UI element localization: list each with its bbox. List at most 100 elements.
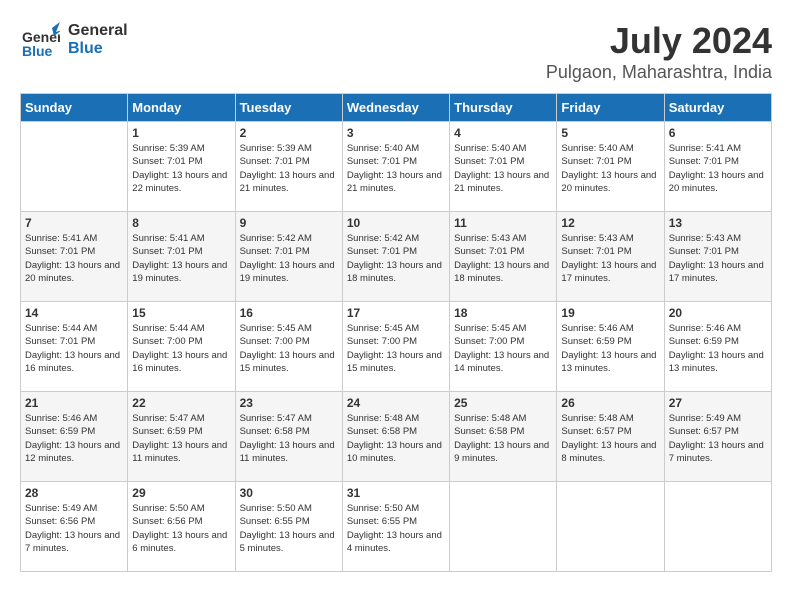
calendar-cell: 26 Sunrise: 5:48 AM Sunset: 6:57 PM Dayli… — [557, 392, 664, 482]
calendar-cell: 22Sunrise: 5:47 AM Sunset: 6:59 PM Dayli… — [128, 392, 235, 482]
day-number: 19 — [561, 306, 659, 320]
calendar-cell: 16 Sunrise: 5:45 AM Sunset: 7:00 PM Dayli… — [235, 302, 342, 392]
day-info: Sunrise: 5:48 AM Sunset: 6:57 PM Dayligh… — [561, 412, 659, 465]
calendar-cell: 12Sunrise: 5:43 AM Sunset: 7:01 PM Dayli… — [557, 212, 664, 302]
calendar-cell: 17Sunrise: 5:45 AM Sunset: 7:00 PM Dayli… — [342, 302, 449, 392]
calendar-cell: 27Sunrise: 5:49 AM Sunset: 6:57 PM Dayli… — [664, 392, 771, 482]
weekday-header: Tuesday — [235, 94, 342, 122]
day-number: 15 — [132, 306, 230, 320]
calendar-cell: 8Sunrise: 5:41 AM Sunset: 7:01 PM Daylig… — [128, 212, 235, 302]
calendar-week-row: 21 Sunrise: 5:46 AM Sunset: 6:59 PM Dayli… — [21, 392, 772, 482]
weekday-header: Thursday — [450, 94, 557, 122]
day-number: 14 — [25, 306, 123, 320]
calendar-cell: 23 Sunrise: 5:47 AM Sunset: 6:58 PM Dayli… — [235, 392, 342, 482]
day-number: 21 — [25, 396, 123, 410]
calendar-cell: 1 Sunrise: 5:39 AM Sunset: 7:01 PM Daylig… — [128, 122, 235, 212]
day-number: 11 — [454, 216, 552, 230]
logo-icon: General Blue — [20, 20, 60, 60]
calendar-cell: 11 Sunrise: 5:43 AM Sunset: 7:01 PM Dayli… — [450, 212, 557, 302]
day-info: Sunrise: 5:44 AM Sunset: 7:00 PM Dayligh… — [132, 322, 230, 375]
calendar-cell — [450, 482, 557, 572]
calendar-cell: 29 Sunrise: 5:50 AM Sunset: 6:56 PM Dayli… — [128, 482, 235, 572]
day-info: Sunrise: 5:48 AM Sunset: 6:58 PM Dayligh… — [347, 412, 445, 465]
day-info: Sunrise: 5:40 AM Sunset: 7:01 PM Dayligh… — [347, 142, 445, 195]
day-info: Sunrise: 5:41 AM Sunset: 7:01 PM Dayligh… — [25, 232, 123, 285]
day-number: 4 — [454, 126, 552, 140]
day-number: 13 — [669, 216, 767, 230]
day-number: 29 — [132, 486, 230, 500]
calendar-cell: 13 Sunrise: 5:43 AM Sunset: 7:01 PM Dayli… — [664, 212, 771, 302]
day-info: Sunrise: 5:50 AM Sunset: 6:55 PM Dayligh… — [240, 502, 338, 555]
calendar-cell: 30 Sunrise: 5:50 AM Sunset: 6:55 PM Dayli… — [235, 482, 342, 572]
day-info: Sunrise: 5:44 AM Sunset: 7:01 PM Dayligh… — [25, 322, 123, 375]
day-info: Sunrise: 5:50 AM Sunset: 6:56 PM Dayligh… — [132, 502, 230, 555]
day-info: Sunrise: 5:43 AM Sunset: 7:01 PM Dayligh… — [454, 232, 552, 285]
day-info: Sunrise: 5:48 AM Sunset: 6:58 PM Dayligh… — [454, 412, 552, 465]
day-info: Sunrise: 5:49 AM Sunset: 6:57 PM Dayligh… — [669, 412, 767, 465]
day-number: 5 — [561, 126, 659, 140]
calendar-cell: 24Sunrise: 5:48 AM Sunset: 6:58 PM Dayli… — [342, 392, 449, 482]
calendar-cell: 18Sunrise: 5:45 AM Sunset: 7:00 PM Dayli… — [450, 302, 557, 392]
calendar-table: SundayMondayTuesdayWednesdayThursdayFrid… — [20, 93, 772, 572]
calendar-cell: 7 Sunrise: 5:41 AM Sunset: 7:01 PM Daylig… — [21, 212, 128, 302]
day-info: Sunrise: 5:40 AM Sunset: 7:01 PM Dayligh… — [561, 142, 659, 195]
day-info: Sunrise: 5:43 AM Sunset: 7:01 PM Dayligh… — [669, 232, 767, 285]
day-number: 18 — [454, 306, 552, 320]
day-info: Sunrise: 5:39 AM Sunset: 7:01 PM Dayligh… — [240, 142, 338, 195]
calendar-week-row: 28 Sunrise: 5:49 AM Sunset: 6:56 PM Dayli… — [21, 482, 772, 572]
day-number: 31 — [347, 486, 445, 500]
day-number: 20 — [669, 306, 767, 320]
day-info: Sunrise: 5:49 AM Sunset: 6:56 PM Dayligh… — [25, 502, 123, 555]
day-number: 1 — [132, 126, 230, 140]
day-info: Sunrise: 5:47 AM Sunset: 6:58 PM Dayligh… — [240, 412, 338, 465]
day-number: 28 — [25, 486, 123, 500]
weekday-header: Monday — [128, 94, 235, 122]
calendar-cell: 31 Sunrise: 5:50 AM Sunset: 6:55 PM Dayli… — [342, 482, 449, 572]
day-info: Sunrise: 5:47 AM Sunset: 6:59 PM Dayligh… — [132, 412, 230, 465]
day-info: Sunrise: 5:46 AM Sunset: 6:59 PM Dayligh… — [669, 322, 767, 375]
calendar-cell: 10Sunrise: 5:42 AM Sunset: 7:01 PM Dayli… — [342, 212, 449, 302]
weekday-header-row: SundayMondayTuesdayWednesdayThursdayFrid… — [21, 94, 772, 122]
logo-blue: Blue — [68, 40, 128, 58]
calendar-week-row: 1 Sunrise: 5:39 AM Sunset: 7:01 PM Daylig… — [21, 122, 772, 212]
calendar-cell: 21 Sunrise: 5:46 AM Sunset: 6:59 PM Dayli… — [21, 392, 128, 482]
logo-general: General — [68, 22, 128, 40]
svg-text:Blue: Blue — [22, 43, 53, 59]
day-number: 23 — [240, 396, 338, 410]
title-block: July 2024 Pulgaon, Maharashtra, India — [546, 20, 772, 83]
day-info: Sunrise: 5:50 AM Sunset: 6:55 PM Dayligh… — [347, 502, 445, 555]
day-number: 8 — [132, 216, 230, 230]
day-number: 26 — [561, 396, 659, 410]
day-number: 17 — [347, 306, 445, 320]
calendar-cell: 9 Sunrise: 5:42 AM Sunset: 7:01 PM Daylig… — [235, 212, 342, 302]
day-info: Sunrise: 5:42 AM Sunset: 7:01 PM Dayligh… — [240, 232, 338, 285]
day-info: Sunrise: 5:46 AM Sunset: 6:59 PM Dayligh… — [25, 412, 123, 465]
calendar-cell: 28 Sunrise: 5:49 AM Sunset: 6:56 PM Dayli… — [21, 482, 128, 572]
day-number: 12 — [561, 216, 659, 230]
calendar-week-row: 14 Sunrise: 5:44 AM Sunset: 7:01 PM Dayli… — [21, 302, 772, 392]
calendar-cell: 15 Sunrise: 5:44 AM Sunset: 7:00 PM Dayli… — [128, 302, 235, 392]
day-number: 16 — [240, 306, 338, 320]
day-number: 3 — [347, 126, 445, 140]
day-info: Sunrise: 5:46 AM Sunset: 6:59 PM Dayligh… — [561, 322, 659, 375]
weekday-header: Wednesday — [342, 94, 449, 122]
calendar-cell: 6Sunrise: 5:41 AM Sunset: 7:01 PM Daylig… — [664, 122, 771, 212]
calendar-cell: 20 Sunrise: 5:46 AM Sunset: 6:59 PM Dayli… — [664, 302, 771, 392]
weekday-header: Sunday — [21, 94, 128, 122]
calendar-week-row: 7 Sunrise: 5:41 AM Sunset: 7:01 PM Daylig… — [21, 212, 772, 302]
day-info: Sunrise: 5:45 AM Sunset: 7:00 PM Dayligh… — [240, 322, 338, 375]
day-number: 7 — [25, 216, 123, 230]
day-number: 9 — [240, 216, 338, 230]
day-number: 30 — [240, 486, 338, 500]
logo: General Blue General Blue — [20, 20, 128, 60]
calendar-cell: 5 Sunrise: 5:40 AM Sunset: 7:01 PM Daylig… — [557, 122, 664, 212]
page-header: General Blue General Blue July 2024 Pulg… — [20, 20, 772, 83]
calendar-cell: 3 Sunrise: 5:40 AM Sunset: 7:01 PM Daylig… — [342, 122, 449, 212]
day-info: Sunrise: 5:40 AM Sunset: 7:01 PM Dayligh… — [454, 142, 552, 195]
calendar-cell: 14 Sunrise: 5:44 AM Sunset: 7:01 PM Dayli… — [21, 302, 128, 392]
day-info: Sunrise: 5:39 AM Sunset: 7:01 PM Dayligh… — [132, 142, 230, 195]
calendar-subtitle: Pulgaon, Maharashtra, India — [546, 62, 772, 83]
weekday-header: Friday — [557, 94, 664, 122]
weekday-header: Saturday — [664, 94, 771, 122]
calendar-title: July 2024 — [546, 20, 772, 62]
